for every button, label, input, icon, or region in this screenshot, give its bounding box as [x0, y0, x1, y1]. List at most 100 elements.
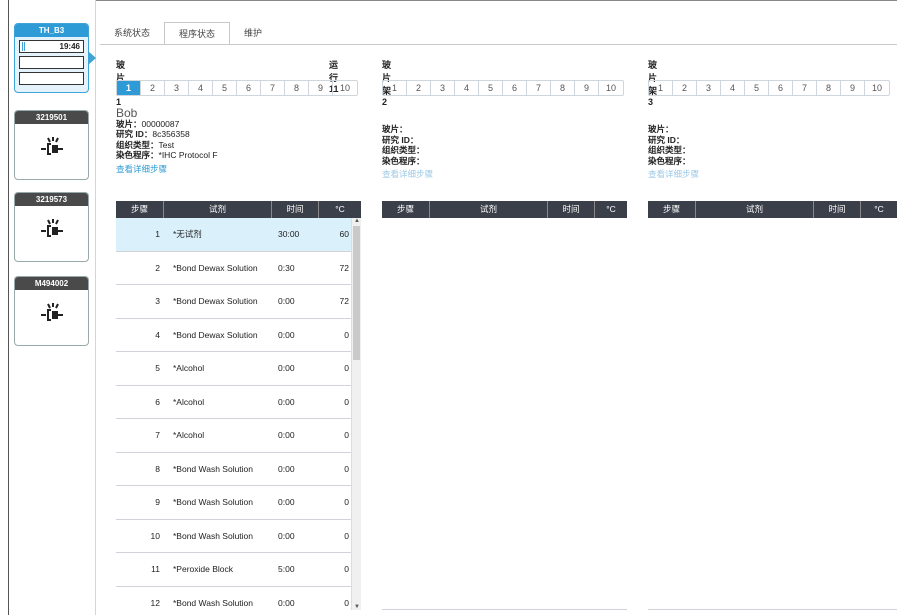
slide-button[interactable]: 3	[697, 81, 721, 95]
slide-label: 玻片：	[116, 118, 142, 129]
slide-button[interactable]: 2	[141, 81, 165, 95]
slide-button[interactable]: 6	[503, 81, 527, 95]
table-row[interactable]: 12 *Bond Wash Solution 0:00 0	[116, 587, 361, 611]
table-row[interactable]: 4 *Bond Dewax Solution 0:00 0	[116, 319, 361, 352]
cell-temp: 0	[344, 363, 349, 374]
cell-step: 10	[150, 530, 160, 541]
slide-button[interactable]: 8	[285, 81, 309, 95]
slide-button[interactable]: 9	[309, 81, 333, 95]
cell-time: 0:00	[278, 363, 295, 374]
table-row[interactable]: 11 *Peroxide Block 5:00 0	[116, 553, 361, 587]
slide-button[interactable]: 3	[431, 81, 455, 95]
steps-table-header: 步骤 试剂 时间 °C	[382, 201, 627, 218]
slide-button[interactable]: 7	[793, 81, 817, 95]
tab-maintenance[interactable]: 维护	[230, 22, 276, 44]
slide-label: 玻片：	[382, 124, 408, 134]
slide-button[interactable]: 6	[237, 81, 261, 95]
tray-id: 3219501	[15, 111, 88, 124]
cell-time: 30:00	[278, 229, 300, 240]
slide-button[interactable]: 4	[189, 81, 213, 95]
cell-time: 0:00	[278, 396, 295, 407]
slide-button[interactable]: 1	[117, 81, 141, 95]
cell-reagent: *Bond Wash Solution	[173, 497, 254, 508]
cell-reagent: *Bond Wash Solution	[173, 597, 254, 608]
cell-reagent: *Bond Dewax Solution	[173, 329, 258, 340]
cell-step: 2	[155, 262, 160, 273]
table-row[interactable]: 3 *Bond Dewax Solution 0:00 72	[116, 285, 361, 319]
col-temp: °C	[335, 204, 345, 214]
col-reagent: 试剂	[430, 201, 548, 218]
slide-selector: 1 2 3 4 5 6 7 8 9 10	[648, 80, 890, 96]
scroll-up-icon[interactable]: ▲	[354, 218, 360, 224]
slide-button[interactable]: 5	[745, 81, 769, 95]
slide-button[interactable]: 2	[673, 81, 697, 95]
tab-protocol-status[interactable]: 程序状态	[164, 22, 231, 45]
scroll-down-icon[interactable]: ▼	[354, 604, 360, 610]
table-row[interactable]: 5 *Alcohol 0:00 0	[116, 352, 361, 386]
slide-button[interactable]: 7	[527, 81, 551, 95]
cell-temp: 0	[344, 463, 349, 474]
slide-button[interactable]: 4	[455, 81, 479, 95]
instrument-name: TH_B3	[15, 24, 88, 37]
cell-step: 8	[155, 463, 160, 474]
table-row[interactable]: 1 *无试剂 30:00 60	[116, 218, 361, 252]
table-row[interactable]: 2 *Bond Dewax Solution 0:30 72	[116, 252, 361, 285]
cell-time: 5:00	[278, 564, 295, 575]
steps-table-header: 步骤 试剂 时间 °C	[116, 201, 361, 218]
slide-button[interactable]: 2	[407, 81, 431, 95]
time-value: 19:46	[59, 42, 80, 51]
cell-time: 0:30	[278, 262, 295, 273]
col-time: 时间	[272, 201, 319, 218]
tray-card[interactable]: 3219573	[14, 192, 89, 262]
slide-button[interactable]: 10	[599, 81, 623, 95]
cell-reagent: *无试剂	[173, 229, 202, 240]
table-row[interactable]: 9 *Bond Wash Solution 0:00 0	[116, 486, 361, 520]
connector-icon	[40, 303, 63, 321]
slide-button[interactable]: 5	[479, 81, 503, 95]
view-details-link[interactable]: 查看详细步骤	[116, 164, 356, 175]
slide-button[interactable]: 8	[817, 81, 841, 95]
slide-info: 玻片： 研究 ID： 组织类型： 染色程序： 查看详细步骤	[382, 124, 622, 180]
table-row[interactable]: 10 *Bond Wash Solution 0:00 0	[116, 520, 361, 553]
slide-button[interactable]: 10	[865, 81, 889, 95]
col-time: 时间	[814, 201, 861, 218]
table-row[interactable]: 8 *Bond Wash Solution 0:00 0	[116, 453, 361, 486]
slide-button[interactable]: 4	[721, 81, 745, 95]
slide-button[interactable]: 1	[649, 81, 673, 95]
table-row[interactable]: 6 *Alcohol 0:00 0	[116, 386, 361, 419]
progress-icon	[22, 42, 25, 51]
col-time: 时间	[548, 201, 595, 218]
slide-button[interactable]: 5	[213, 81, 237, 95]
slide-button[interactable]: 1	[383, 81, 407, 95]
study-label: 研究 ID：	[382, 134, 419, 145]
study-label: 研究 ID：	[116, 129, 153, 139]
study-label: 研究 ID：	[648, 134, 685, 145]
slide-info: Bob 玻片：00000087 研究 ID：8c356358 组织类型：Test…	[116, 107, 356, 175]
selected-arrow-icon	[88, 51, 96, 65]
tray-card[interactable]: 3219501	[14, 110, 89, 180]
slide-button[interactable]: 6	[769, 81, 793, 95]
instrument-slot-2	[19, 56, 84, 69]
tissue-label: 组织类型：	[382, 145, 425, 155]
slide-button[interactable]: 9	[841, 81, 865, 95]
slide-info: 玻片： 研究 ID： 组织类型： 染色程序： 查看详细步骤	[648, 124, 888, 180]
slide-button[interactable]: 7	[261, 81, 285, 95]
tissue-label: 组织类型：	[648, 145, 691, 155]
slide-button[interactable]: 3	[165, 81, 189, 95]
slide-button[interactable]: 10	[333, 81, 357, 95]
scrollbar[interactable]: ▲ ▼	[351, 218, 361, 610]
table-row[interactable]: 7 *Alcohol 0:00 0	[116, 419, 361, 453]
cell-temp: 0	[344, 329, 349, 340]
cell-temp: 0	[344, 530, 349, 541]
scroll-thumb[interactable]	[353, 226, 360, 360]
tray-card[interactable]: M494002	[14, 276, 89, 346]
cell-temp: 72	[339, 296, 349, 307]
tissue-label: 组织类型：	[116, 139, 159, 150]
cell-reagent: *Bond Wash Solution	[173, 463, 254, 474]
slide-button[interactable]: 8	[551, 81, 575, 95]
tab-system-status[interactable]: 系统状态	[100, 22, 164, 44]
cell-temp: 0	[344, 564, 349, 575]
slide-button[interactable]: 9	[575, 81, 599, 95]
instrument-card[interactable]: TH_B3 19:46	[14, 23, 89, 93]
cell-temp: 0	[344, 396, 349, 407]
